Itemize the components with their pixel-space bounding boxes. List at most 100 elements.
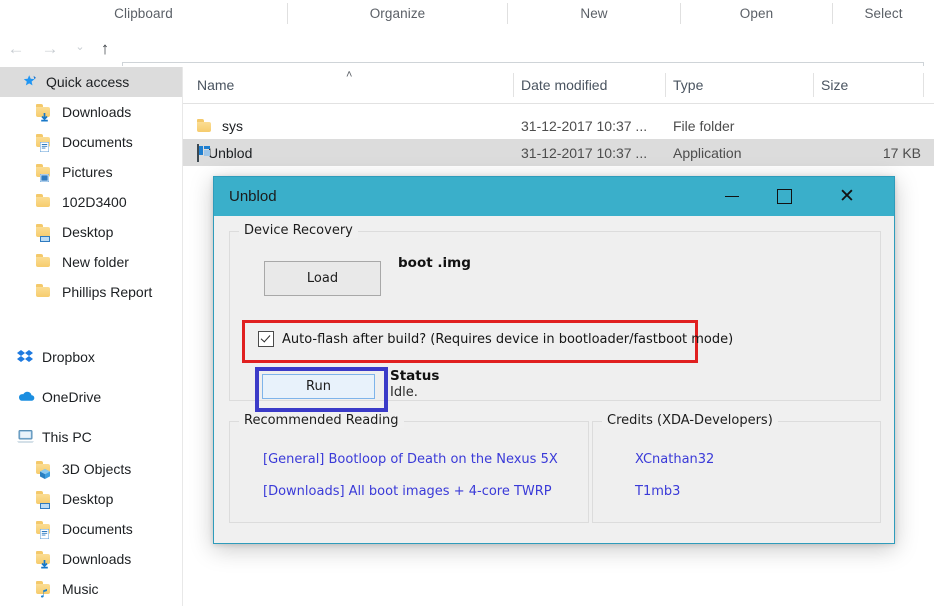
sidebar-item-label: This PC [42, 429, 92, 445]
dialog-title-bar[interactable]: Unblod ✕ [214, 177, 894, 216]
star-pin-icon [20, 74, 38, 90]
ribbon-group-select[interactable]: Select [833, 0, 934, 27]
sidebar-item-desktop[interactable]: Desktop [0, 217, 182, 247]
sidebar-item-new-folder[interactable]: New folder [0, 247, 182, 277]
ribbon-divider [287, 3, 288, 24]
sidebar-item-label: Desktop [62, 491, 114, 507]
documents-folder-icon [36, 521, 54, 540]
minimize-button[interactable] [709, 177, 755, 216]
recommended-reading-group: Recommended Reading [General] Bootloop o… [229, 413, 589, 523]
sidebar-item-music[interactable]: Music [0, 574, 182, 604]
maximize-button[interactable] [761, 177, 807, 216]
dialog-title: Unblod [229, 188, 277, 205]
desktop-folder-icon [36, 224, 54, 242]
sidebar-item-this-pc[interactable]: This PC [0, 422, 182, 452]
ribbon-group-open[interactable]: Open [681, 0, 832, 27]
column-divider[interactable] [513, 73, 514, 97]
file-name-cell: sys [197, 118, 243, 134]
file-name-cell: Unblod [197, 143, 253, 162]
load-button[interactable]: Load [264, 261, 381, 296]
sidebar-item-phillips-report[interactable]: Phillips Report [0, 277, 182, 307]
sidebar-item-documents[interactable]: Documents [0, 127, 182, 157]
sidebar-item-dropbox[interactable]: Dropbox [0, 342, 182, 372]
up-glyph: ↑ [100, 38, 110, 58]
music-folder-icon [36, 581, 54, 598]
sidebar-item-label: OneDrive [42, 389, 102, 405]
navigation-pane: Quick access Downloads Documents Picture… [0, 67, 182, 606]
sidebar-item-label: Quick access [46, 74, 130, 90]
ribbon-tab-strip: Clipboard Organize New Open Select [0, 0, 934, 29]
column-divider[interactable] [665, 73, 666, 97]
sidebar-item-label: New folder [62, 254, 129, 270]
sidebar-item-label: Downloads [62, 104, 132, 120]
auto-flash-checkbox-row[interactable]: Auto-flash after build? (Requires device… [258, 331, 733, 347]
column-divider[interactable] [813, 73, 814, 97]
downloads-folder-icon [36, 551, 54, 569]
downloads-folder-icon [36, 104, 54, 122]
folder-icon [36, 284, 54, 300]
column-header-name[interactable]: Name [197, 77, 234, 93]
forward-icon[interactable]: → [37, 36, 63, 60]
onedrive-cloud-icon [16, 389, 35, 405]
auto-flash-checkbox[interactable] [258, 331, 274, 347]
device-recovery-group: Device Recovery Load boot .img Auto-flas… [229, 223, 881, 412]
folder-icon [197, 119, 213, 132]
up-icon[interactable]: ↑ [92, 36, 118, 60]
ribbon-group-clipboard[interactable]: Clipboard [0, 0, 287, 27]
desktop-folder-icon [36, 491, 54, 509]
table-row[interactable]: Unblod 31-12-2017 10:37 ... Application … [183, 139, 934, 166]
credits-link-1[interactable]: XCnathan32 [635, 452, 714, 467]
back-icon[interactable]: ← [3, 36, 29, 60]
file-name-label: sys [222, 117, 243, 134]
recommended-link-1[interactable]: [General] Bootloop of Death on the Nexus… [263, 452, 558, 467]
sort-ascending-icon: ˄ [346, 69, 353, 81]
sidebar-item-label: Pictures [62, 164, 113, 180]
ribbon-group-new[interactable]: New [508, 0, 680, 27]
ribbon-group-label: Open [739, 6, 774, 21]
sidebar-item-downloads[interactable]: Downloads [0, 97, 182, 127]
status-label: Status [390, 368, 440, 384]
ribbon-divider [507, 3, 508, 24]
run-button[interactable]: Run [262, 374, 375, 399]
credits-link-2[interactable]: T1mb3 [635, 484, 680, 499]
sidebar-item-desktop-pc[interactable]: Desktop [0, 484, 182, 514]
sidebar-item-label: Music [62, 581, 99, 597]
3d-objects-folder-icon [36, 461, 54, 479]
maximize-icon [776, 189, 792, 204]
sidebar-item-3d-objects[interactable]: 3D Objects [0, 454, 182, 484]
sidebar-item-102d3400[interactable]: 102D3400 [0, 187, 182, 217]
documents-folder-icon [36, 134, 54, 153]
chevron-down-icon[interactable]: ⌄ [67, 35, 93, 59]
run-button-label: Run [306, 379, 331, 394]
sidebar-item-label: 3D Objects [62, 461, 132, 477]
this-pc-icon [16, 429, 34, 445]
sidebar-item-label: Desktop [62, 224, 114, 240]
folder-icon [36, 194, 54, 210]
sidebar-item-label: Phillips Report [62, 284, 153, 300]
folder-icon [36, 254, 54, 270]
credits-group: Credits (XDA-Developers) XCnathan32 T1mb… [592, 413, 881, 523]
group-title-device-recovery: Device Recovery [239, 223, 358, 238]
sidebar-item-quick-access[interactable]: Quick access [0, 67, 182, 97]
column-header-size[interactable]: Size [821, 77, 848, 93]
ribbon-group-label: Select [864, 6, 903, 21]
screen: Clipboard Organize New Open Select ← → ⌄… [0, 0, 934, 606]
recommended-link-2[interactable]: [Downloads] All boot images + 4-core TWR… [263, 484, 552, 499]
ribbon-group-organize[interactable]: Organize [288, 0, 507, 27]
column-divider[interactable] [923, 73, 924, 97]
column-header-date-modified[interactable]: Date modified [521, 77, 607, 93]
ribbon-divider [680, 3, 681, 24]
column-header-type[interactable]: Type [673, 77, 703, 93]
close-button[interactable]: ✕ [824, 177, 870, 216]
file-type-cell: Application [673, 144, 742, 161]
back-glyph: ← [7, 38, 25, 58]
forward-glyph: → [41, 38, 59, 58]
file-name-label: Unblod [208, 144, 253, 161]
table-row[interactable]: sys 31-12-2017 10:37 ... File folder [183, 112, 934, 139]
sidebar-item-pictures[interactable]: Pictures [0, 157, 182, 187]
column-header-row: ˄ Name Date modified Type Size [183, 67, 934, 104]
sidebar-item-documents-pc[interactable]: Documents [0, 514, 182, 544]
sidebar-item-downloads-pc[interactable]: Downloads [0, 544, 182, 574]
unblod-dialog: Unblod ✕ Device Recovery Load boot .img … [213, 176, 895, 544]
sidebar-item-onedrive[interactable]: OneDrive [0, 382, 182, 412]
